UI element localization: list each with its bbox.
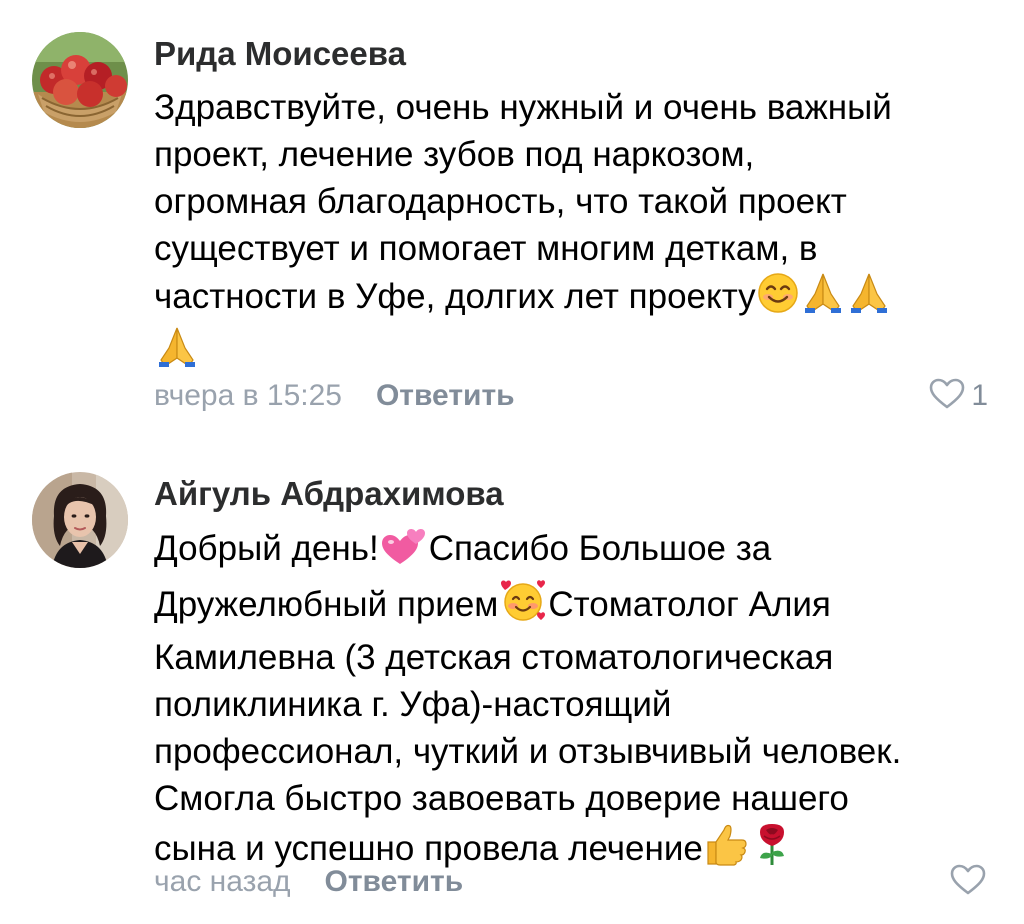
like-button[interactable] bbox=[950, 862, 986, 902]
two-hearts-emoji bbox=[380, 524, 428, 578]
comment-line: проект, лечение зубов под наркозом, bbox=[154, 135, 755, 174]
comment-time[interactable]: час назад bbox=[154, 865, 291, 898]
avatar[interactable] bbox=[32, 32, 128, 128]
comment-author[interactable]: Айгуль Абдрахимова bbox=[154, 474, 504, 514]
comment-line: Камилевна (3 детская стоматологическая bbox=[154, 638, 834, 677]
comment-author[interactable]: Рида Моисеева bbox=[154, 34, 406, 74]
woman-portrait-photo bbox=[32, 472, 128, 568]
like-count: 1 bbox=[971, 379, 988, 412]
comment-line-with-emoji: Дружелюбный прием Стоматолог Алия bbox=[154, 578, 1004, 634]
heart-icon bbox=[950, 864, 986, 901]
comment-line-with-emoji: Добрый день! Спасибо Большое за bbox=[154, 524, 1004, 578]
comment-time[interactable]: вчера в 15:25 bbox=[154, 379, 342, 412]
thumbs-up-emoji bbox=[704, 822, 750, 878]
comment-line: поликлиника г. Уфа)-настоящий bbox=[154, 685, 672, 724]
comment-line: огромная благодарность, что такой проект bbox=[154, 182, 847, 221]
folded-hands-emoji bbox=[801, 272, 845, 326]
folded-hands-emoji bbox=[847, 272, 891, 326]
apples-basket-photo bbox=[32, 32, 128, 128]
comment-text-segment: Дружелюбный прием bbox=[154, 585, 499, 624]
comments-feed: Рида Моисеева Здравствуйте, очень нужный… bbox=[0, 0, 1024, 924]
comment-meta: вчера в 15:25 Ответить bbox=[154, 376, 515, 416]
reply-button[interactable]: Ответить bbox=[325, 865, 464, 898]
comment-line: профессионал, чуткий и отзывчивый челове… bbox=[154, 732, 902, 771]
avatar[interactable] bbox=[32, 472, 128, 568]
rose-emoji bbox=[752, 822, 792, 878]
smiling-face-emoji bbox=[757, 272, 799, 326]
comment-line-with-emoji: частности в Уфе, долгих лет проекту bbox=[154, 272, 1004, 326]
comment-line-emoji-only bbox=[154, 326, 1004, 380]
comment-text: Здравствуйте, очень нужный и очень важны… bbox=[154, 84, 1004, 380]
comment-line: Смогла быстро завоевать доверие нашего bbox=[154, 779, 849, 818]
comment-text-segment: Добрый день! bbox=[154, 529, 379, 568]
heart-icon bbox=[929, 378, 965, 415]
folded-hands-emoji bbox=[155, 326, 199, 380]
smiling-face-with-hearts-emoji bbox=[499, 578, 547, 634]
comment-text-segment: Спасибо Большое за bbox=[428, 529, 772, 568]
comment-line: частности в Уфе, долгих лет проекту bbox=[154, 277, 756, 316]
comment-text-segment: Стоматолог Алия bbox=[548, 585, 831, 624]
comment-line: Здравствуйте, очень нужный и очень важны… bbox=[154, 88, 892, 127]
comment-line: существует и помогает многим деткам, в bbox=[154, 229, 818, 268]
comment-meta: час назад Ответить bbox=[154, 862, 463, 902]
comment-text: Добрый день! Спасибо Большое за Дружелюбн… bbox=[154, 524, 1004, 878]
like-button[interactable]: 1 bbox=[929, 376, 988, 416]
reply-button[interactable]: Ответить bbox=[376, 379, 515, 412]
